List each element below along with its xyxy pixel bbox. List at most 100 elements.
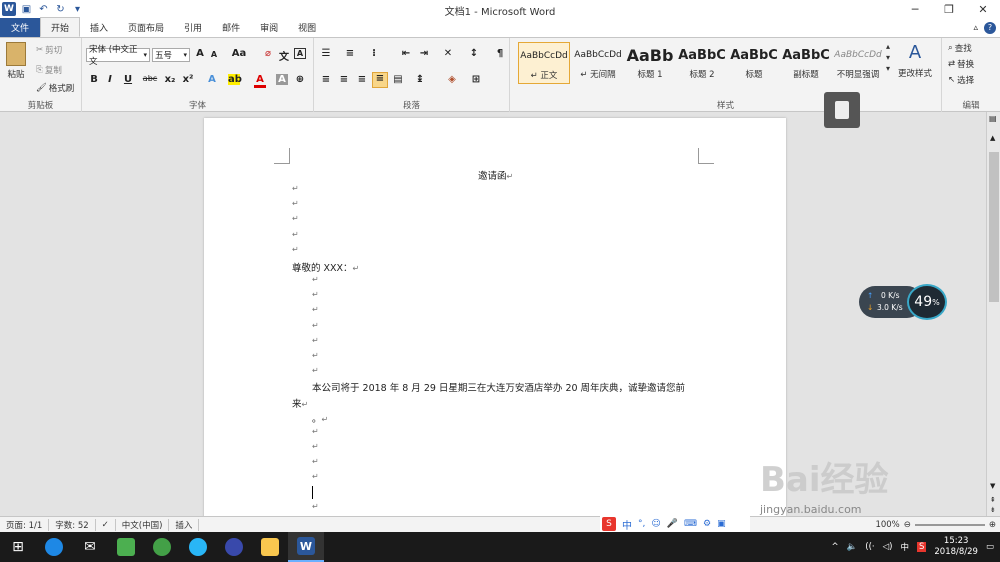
doc-salutation[interactable]: 尊敬的 XXX：↵ [292, 260, 359, 274]
sogou-icon[interactable]: S [602, 517, 616, 531]
taskbar-word[interactable]: W [288, 532, 324, 562]
char-border-button[interactable]: A [294, 48, 306, 59]
tab-view[interactable]: 视图 [288, 18, 326, 37]
underline-button[interactable]: U [122, 74, 134, 85]
redo-icon[interactable]: ↻ [54, 3, 67, 16]
tab-insert[interactable]: 插入 [80, 18, 118, 37]
font-size-select[interactable]: 五号 ▾ [152, 48, 190, 62]
save-icon[interactable]: ▣ [20, 3, 33, 16]
show-marks-icon[interactable]: ¶ [494, 48, 506, 59]
shrink-font-button[interactable]: A [208, 50, 220, 59]
wifi-icon[interactable]: ((· [865, 542, 874, 552]
prev-page-icon[interactable]: ⇞ [990, 496, 996, 504]
ime-chinese-icon[interactable]: 中 [622, 517, 632, 532]
borders-icon[interactable]: ⊞ [470, 74, 482, 85]
ime-emoji-icon[interactable]: ☺ [651, 519, 660, 529]
volume-icon[interactable]: 🔈 [847, 542, 858, 552]
minimize-ribbon-icon[interactable]: ▵ [973, 23, 978, 33]
sort-icon[interactable]: ↕ [468, 48, 480, 59]
decrease-indent-icon[interactable]: ⇤ [400, 48, 412, 59]
style-subtle-emphasis[interactable]: AaBbCcDd 不明显强调 [832, 42, 884, 84]
paste-button[interactable]: 粘贴 [6, 42, 26, 80]
style-no-spacing[interactable]: AaBbCcDd ↵ 无间隔 [572, 42, 624, 84]
tab-references[interactable]: 引用 [174, 18, 212, 37]
taskbar-mail[interactable]: ✉ [72, 532, 108, 562]
customize-qat-icon[interactable]: ▾ [71, 3, 84, 16]
distributed-icon[interactable]: ▤ [392, 74, 404, 85]
tab-file[interactable]: 文件 [0, 18, 40, 37]
style-title[interactable]: AaBbC 标题 [728, 42, 780, 84]
network-speed-widget[interactable]: ↑ 0 K/s ↓ 3.0 K/s 49% [859, 284, 949, 320]
font-name-select[interactable]: 宋体 (中文正文 ▾ [86, 45, 150, 67]
cut-button[interactable]: ✂ 剪切 [36, 44, 62, 56]
minimize-button[interactable]: ─ [898, 0, 932, 18]
enclosed-char-icon[interactable]: ⊕ [294, 74, 306, 85]
bold-button[interactable]: B [88, 74, 100, 85]
align-right-icon[interactable]: ≡ [356, 74, 368, 85]
ruler-toggle-icon[interactable]: ▤ [989, 114, 997, 123]
subscript-button[interactable]: x₂ [164, 74, 176, 85]
strikethrough-button[interactable]: abc [140, 74, 160, 83]
increase-indent-icon[interactable]: ⇥ [418, 48, 430, 59]
doc-title[interactable]: 邀请函↵ [478, 168, 513, 182]
change-case-button[interactable]: Aa [230, 48, 248, 59]
ime-punct-icon[interactable]: °, [638, 519, 645, 529]
taskbar-explorer[interactable] [252, 532, 288, 562]
document-page[interactable]: 邀请函↵ ↵ ↵ ↵ ↵ ↵ 尊敬的 XXX：↵ ↵ ↵ ↵ ↵ ↵ ↵ ↵ 本… [204, 118, 786, 516]
line-spacing-icon[interactable]: ↨ [414, 74, 426, 85]
change-styles-button[interactable]: A 更改样式 [898, 42, 932, 79]
tab-mailings[interactable]: 邮件 [212, 18, 250, 37]
style-subtitle[interactable]: AaBbC 副标题 [780, 42, 832, 84]
tab-home[interactable]: 开始 [40, 17, 81, 37]
language[interactable]: 中文(中国) [116, 518, 170, 531]
style-heading-2[interactable]: AaBbC 标题 2 [676, 42, 728, 84]
scrollbar-thumb[interactable] [989, 152, 999, 302]
highlight-icon[interactable]: ab [228, 74, 242, 85]
page-count[interactable]: 页面: 1/1 [0, 518, 50, 531]
superscript-button[interactable]: x² [182, 74, 194, 85]
close-button[interactable]: ✕ [966, 0, 1000, 18]
help-icon[interactable]: ? [984, 21, 996, 34]
style-normal[interactable]: AaBbCcDd ↵ 正文 [518, 42, 570, 84]
bullets-icon[interactable]: ☰ [320, 48, 332, 59]
clear-format-icon[interactable]: ⌀ [262, 48, 274, 59]
restore-button[interactable]: ❐ [932, 0, 966, 18]
ime-skin-icon[interactable]: ▣ [717, 519, 726, 529]
taskbar-app-globe[interactable] [216, 532, 252, 562]
char-shading-icon[interactable]: A [276, 74, 288, 85]
notification-icon[interactable]: ▭ [986, 542, 994, 552]
taskbar-browser-2[interactable] [180, 532, 216, 562]
style-heading-1[interactable]: AaBb 标题 1 [624, 42, 676, 84]
ime-keyboard-icon[interactable]: ⌨ [684, 519, 697, 529]
scroll-up-arrow[interactable]: ▲ [990, 134, 995, 142]
ime-indicator[interactable]: 中 [900, 541, 909, 553]
copy-button[interactable]: ⎘ 复制 [36, 64, 62, 76]
align-center-icon[interactable]: ≡ [338, 74, 350, 85]
taskbar-app-1[interactable] [36, 532, 72, 562]
justify-icon[interactable]: ≡ [372, 72, 388, 88]
undo-icon[interactable]: ↶ [37, 3, 50, 16]
insert-mode[interactable]: 插入 [169, 518, 200, 531]
clock[interactable]: 15:23 2018/8/29 [934, 536, 978, 558]
tab-page-layout[interactable]: 页面布局 [118, 18, 174, 37]
word-count[interactable]: 字数: 52 [49, 518, 96, 531]
start-button[interactable]: ⊞ [0, 532, 36, 562]
tab-review[interactable]: 审阅 [250, 18, 288, 37]
ime-voice-icon[interactable]: 🎤 [667, 519, 678, 529]
text-effects-icon[interactable]: A [206, 74, 218, 85]
speaker-icon[interactable]: ◁) [883, 542, 893, 552]
vertical-scrollbar[interactable]: ▤ ▲ ▼ ⇞ ⇟ [986, 112, 1000, 516]
numbering-icon[interactable]: ≡ [344, 48, 356, 59]
italic-button[interactable]: I [104, 74, 116, 85]
chinese-layout-icon[interactable]: ✕ [442, 48, 454, 59]
multilevel-list-icon[interactable]: ⁝ [368, 48, 380, 59]
word-app-icon[interactable]: W [2, 2, 16, 16]
phonetic-icon[interactable]: 文 [278, 48, 290, 63]
grow-font-button[interactable]: A [194, 48, 206, 59]
doc-body-line1[interactable]: 本公司将于 2018 年 8 月 29 日星期三在大连万安酒店举办 20 周年庆… [312, 380, 685, 394]
scroll-down-arrow[interactable]: ▼ [990, 482, 995, 490]
usb-widget[interactable] [824, 92, 860, 128]
font-color-icon[interactable]: A [254, 74, 266, 88]
shading-icon[interactable]: ◈ [446, 74, 458, 85]
tray-expand-icon[interactable]: ^ [832, 542, 839, 552]
